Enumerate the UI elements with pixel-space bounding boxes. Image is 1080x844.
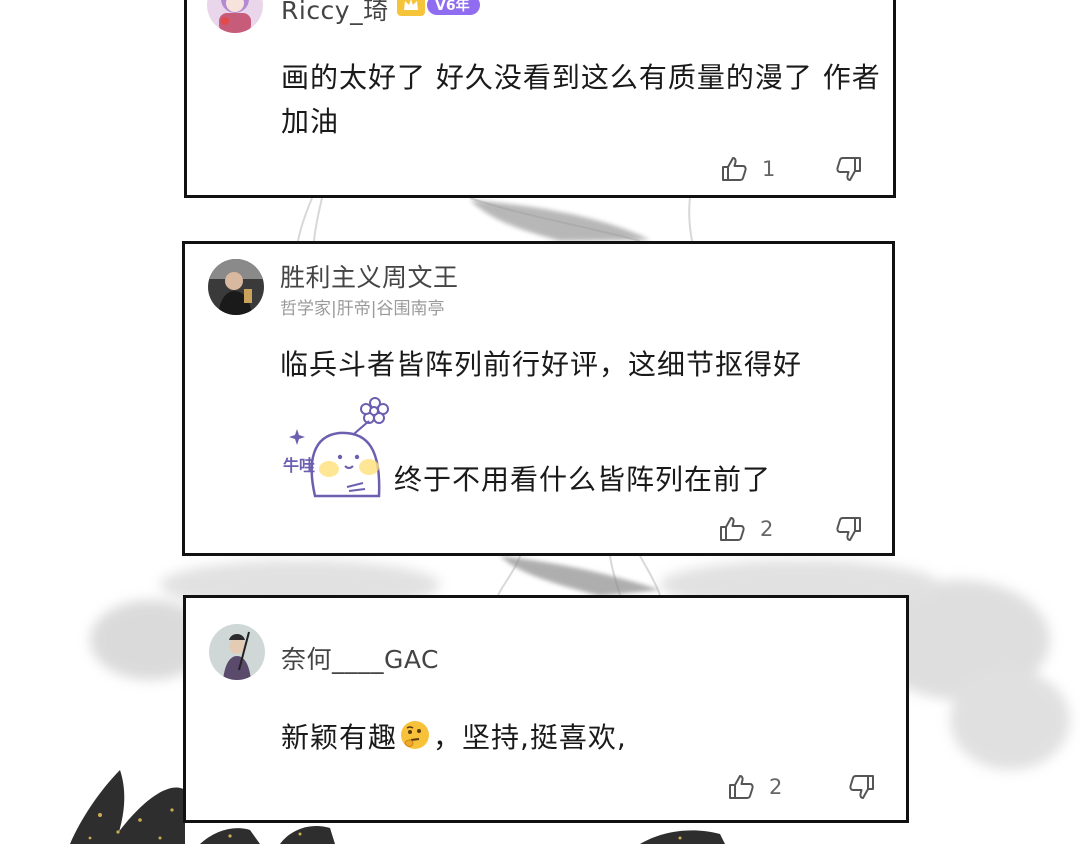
user-avatar[interactable] — [209, 624, 265, 680]
comment-card: 奈何____GAC 新颖有趣 ，坚持,挺喜欢, 2 — [183, 595, 909, 823]
username[interactable]: Riccy_琦 — [281, 0, 389, 27]
sticker-caption: 终于不用看什么皆阵列在前了 — [394, 463, 772, 496]
comic-comment-panel: Riccy_琦 V6年 画的太好了 好久没看到这么有质量的漫了 作者加油 1 胜… — [0, 0, 1080, 844]
dislike-button[interactable] — [835, 155, 863, 183]
user-avatar[interactable] — [207, 0, 263, 33]
thumbs-down-icon — [849, 775, 874, 799]
thumbs-up-icon — [722, 157, 747, 181]
username[interactable]: 胜利主义周文王 — [280, 258, 459, 294]
vip-badge: V6年 — [397, 0, 480, 16]
avatar-swordsman-icon — [209, 624, 265, 680]
username[interactable]: 奈何____GAC — [281, 640, 439, 676]
dislike-button[interactable] — [835, 515, 863, 543]
comment-text-part: ，坚持,挺喜欢, — [433, 721, 627, 754]
like-button[interactable]: 2 — [727, 773, 782, 801]
comment-text: 临兵斗者皆阵列前行好评，这细节抠得好 — [280, 348, 803, 381]
dislike-button[interactable] — [848, 773, 876, 801]
like-count: 2 — [760, 517, 774, 541]
like-count: 2 — [769, 775, 783, 799]
thumbs-up-icon — [720, 517, 745, 541]
thumbs-down-icon — [836, 517, 861, 541]
comment-text-part: 新颖有趣 — [281, 721, 398, 754]
comment-text: 新颖有趣 ，坚持,挺喜欢, — [281, 716, 881, 760]
thinking-face-icon — [401, 721, 430, 749]
thumbs-down-icon — [836, 157, 861, 181]
user-avatar[interactable] — [208, 259, 264, 315]
vip-level-label: V6年 — [427, 0, 480, 15]
ghost-sticker-icon: 牛哇 — [283, 397, 389, 498]
like-button[interactable]: 2 — [718, 515, 773, 543]
user-tags: 哲学家|肝帝|谷围南亭 — [280, 299, 445, 319]
comment-card: 胜利主义周文王 哲学家|肝帝|谷围南亭 临兵斗者皆阵列前行好评，这细节抠得好 牛… — [182, 241, 895, 556]
thumbs-up-icon — [729, 775, 754, 799]
like-button[interactable]: 1 — [720, 155, 775, 183]
comment-text: 画的太好了 好久没看到这么有质量的漫了 作者加油 — [281, 61, 881, 138]
sticker-text: 牛哇 — [283, 456, 315, 475]
like-count: 1 — [762, 157, 776, 181]
comment-card: Riccy_琦 V6年 画的太好了 好久没看到这么有质量的漫了 作者加油 1 — [184, 0, 896, 198]
crown-icon — [397, 0, 425, 16]
avatar-anime-girl-icon — [207, 0, 263, 33]
avatar-dark-figure-icon — [208, 259, 264, 315]
